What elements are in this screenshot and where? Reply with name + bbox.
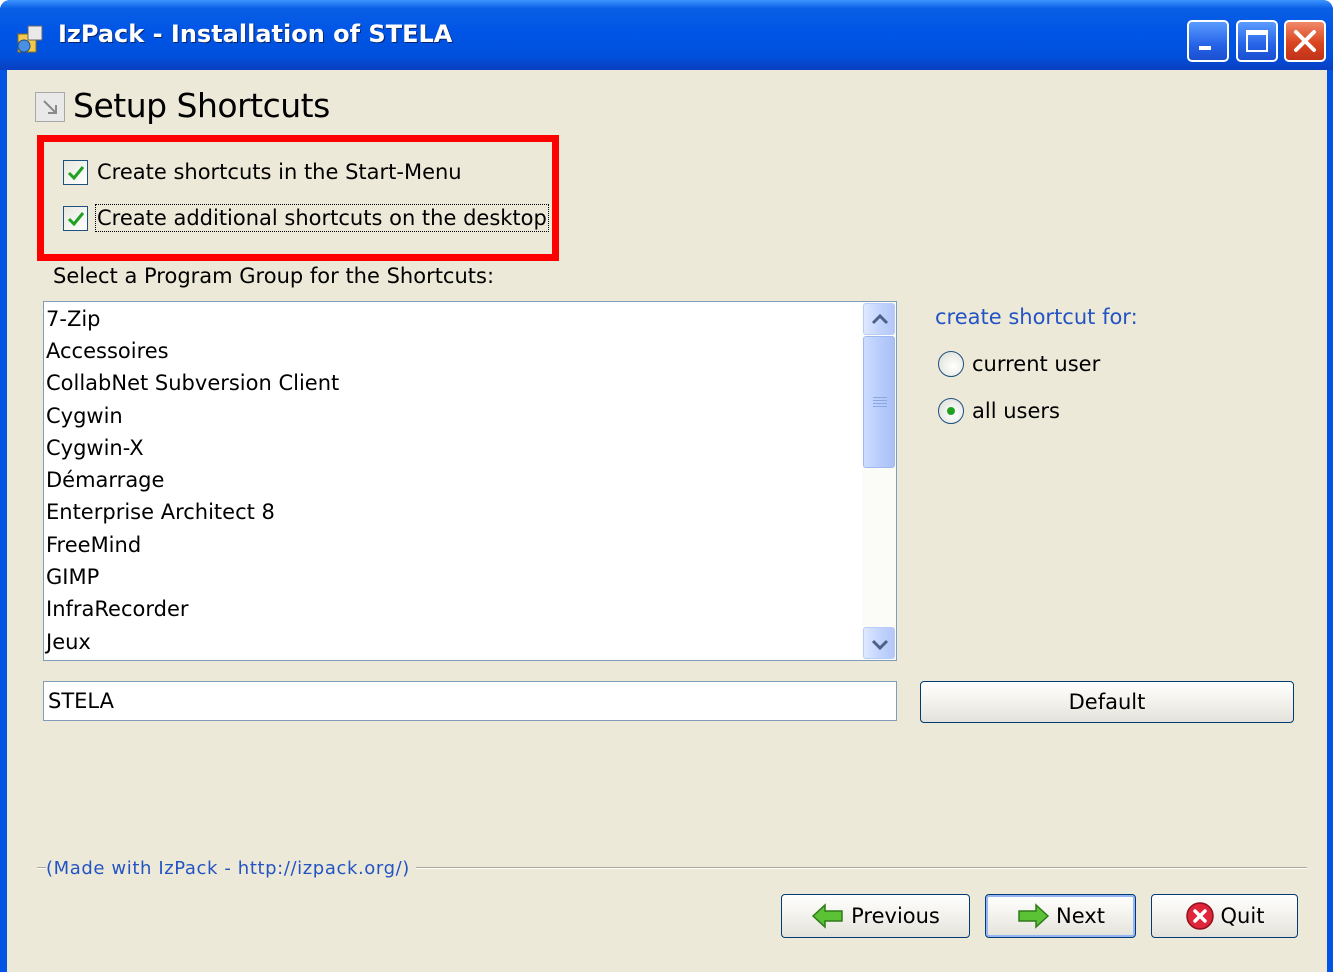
program-group-label: Select a Program Group for the Shortcuts… [53,264,495,288]
scroll-down-button[interactable] [863,627,895,659]
program-group-input[interactable]: STELA [43,681,897,721]
list-item[interactable]: 7-Zip [46,303,101,335]
current-user-radio-row[interactable]: current user [938,350,1100,378]
start-menu-checkbox[interactable] [63,159,88,185]
start-menu-checkbox-row[interactable]: Create shortcuts in the Start-Menu [63,158,462,186]
desktop-checkbox[interactable] [63,205,88,231]
shortcut-for-label: create shortcut for: [935,305,1138,329]
minimize-button[interactable] [1187,20,1229,62]
previous-button[interactable]: Previous [781,894,970,938]
chevron-up-icon [871,313,889,325]
highlight-box [37,135,559,261]
list-item[interactable]: Jeux [46,626,91,658]
app-icon [17,25,43,53]
desktop-label: Create additional shortcuts on the deskt… [95,204,549,232]
list-item[interactable]: Démarrage [46,464,164,496]
checkmark-icon [67,165,85,180]
minimize-icon [1199,46,1211,50]
previous-label: Previous [851,904,940,928]
all-users-radio[interactable] [938,398,964,424]
scroll-up-button[interactable] [863,303,895,335]
start-menu-label: Create shortcuts in the Start-Menu [97,160,462,184]
title-bar[interactable]: IzPack - Installation of STELA [0,0,1333,70]
close-button[interactable] [1284,20,1326,62]
chevron-down-icon [871,639,889,651]
all-users-radio-row[interactable]: all users [938,397,1060,425]
current-user-label: current user [972,352,1101,376]
window-title: IzPack - Installation of STELA [58,20,453,48]
next-button[interactable]: Next [985,894,1136,938]
list-item[interactable]: Cygwin-X [46,432,144,464]
list-item[interactable]: Enterprise Architect 8 [46,496,275,528]
list-item[interactable]: Cygwin [46,400,123,432]
scroll-thumb[interactable] [863,336,895,468]
current-user-radio[interactable] [938,351,964,377]
quit-label: Quit [1220,904,1265,928]
default-button[interactable]: Default [920,681,1294,723]
close-circle-icon [1185,902,1214,930]
program-group-list[interactable]: 7-Zip Accessoires CollabNet Subversion C… [43,301,897,661]
installer-window: IzPack - Installation of STELA Setup Sho… [0,0,1333,972]
list-item[interactable]: GIMP [46,561,99,593]
page-title: Setup Shortcuts [73,86,330,125]
list-item[interactable]: Accessoires [46,335,169,367]
list-item[interactable]: CollabNet Subversion Client [46,367,339,399]
list-scrollbar[interactable] [862,302,896,660]
quit-button[interactable]: Quit [1151,894,1298,938]
desktop-checkbox-row[interactable]: Create additional shortcuts on the deskt… [63,204,549,232]
list-item[interactable]: FreeMind [46,529,141,561]
list-item[interactable]: InfraRecorder [46,593,189,625]
all-users-label: all users [972,399,1060,423]
arrow-right-icon [1018,903,1050,929]
maximize-button[interactable] [1236,20,1278,62]
panel-content: Setup Shortcuts Create shortcuts in the … [7,70,1327,972]
maximize-icon [1246,30,1268,52]
close-icon [1294,30,1316,52]
checkmark-icon [67,211,85,226]
arrow-left-icon [812,903,843,929]
next-label: Next [1056,904,1105,928]
shortcut-panel-icon [35,92,65,122]
izpack-credit: (Made with IzPack - http://izpack.org/) [46,858,416,879]
radio-selected-dot [947,407,955,415]
